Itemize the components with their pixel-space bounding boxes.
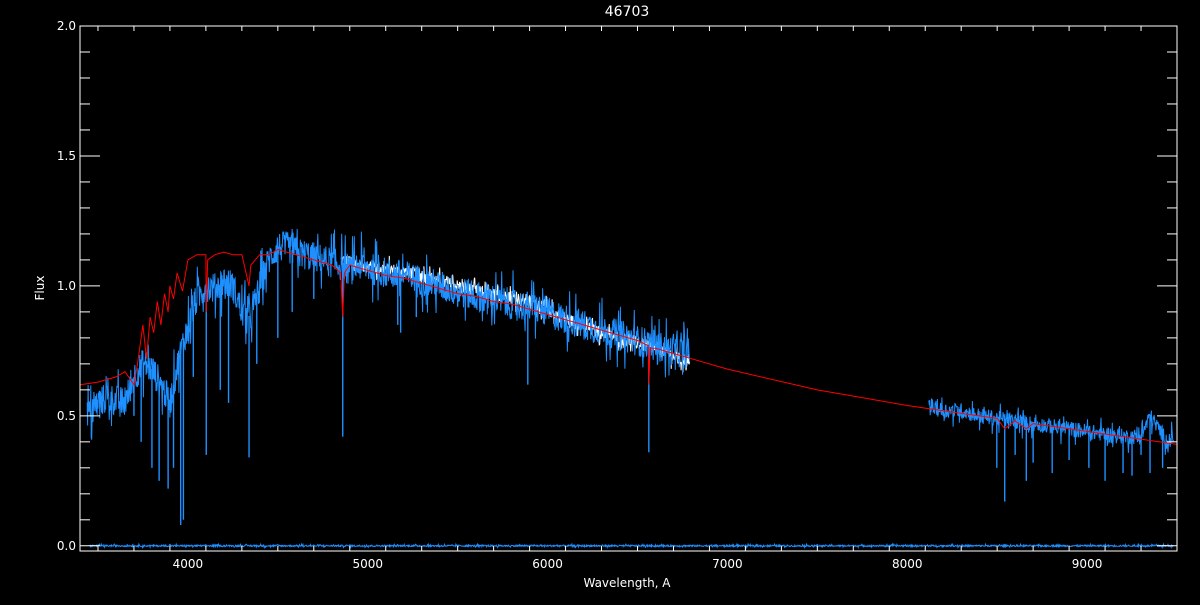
y-tick-label-0: 0.0: [57, 539, 76, 553]
x-tick-label-5: 9000: [1072, 557, 1103, 571]
chart-svg: 4000 5000 6000 7000 8000 9000 0.0 0.5 1.0 1.5 2.0…: [33, 4, 1178, 590]
plot-area: [79, 228, 1178, 550]
y-axis-label: Flux: [33, 276, 47, 301]
y-tick-label-1: 0.5: [57, 409, 76, 423]
x-tick-label-1: 5000: [352, 557, 383, 571]
x-tick-label-2: 6000: [532, 557, 563, 571]
spectrum-chart: 4000 5000 6000 7000 8000 9000 0.0 0.5 1.0 1.5 2.0…: [0, 0, 1200, 600]
x-tick-label-0: 4000: [173, 557, 204, 571]
series-0: [340, 255, 691, 373]
chart-title: 46703: [605, 4, 650, 20]
x-tick-label-4: 8000: [892, 557, 923, 571]
series-line-1: [86, 228, 691, 440]
x-axis-label: Wavelength, A: [583, 576, 671, 590]
y-tick-label-3: 1.5: [57, 149, 76, 163]
x-tick-label-3: 7000: [712, 557, 743, 571]
series-4: [88, 542, 1174, 550]
y-tick-label-2: 1.0: [57, 279, 76, 293]
y-tick-label-4: 2.0: [57, 19, 76, 33]
series-line-4: [88, 542, 1174, 550]
series-2: [928, 397, 1174, 502]
series-line-0: [340, 255, 691, 373]
